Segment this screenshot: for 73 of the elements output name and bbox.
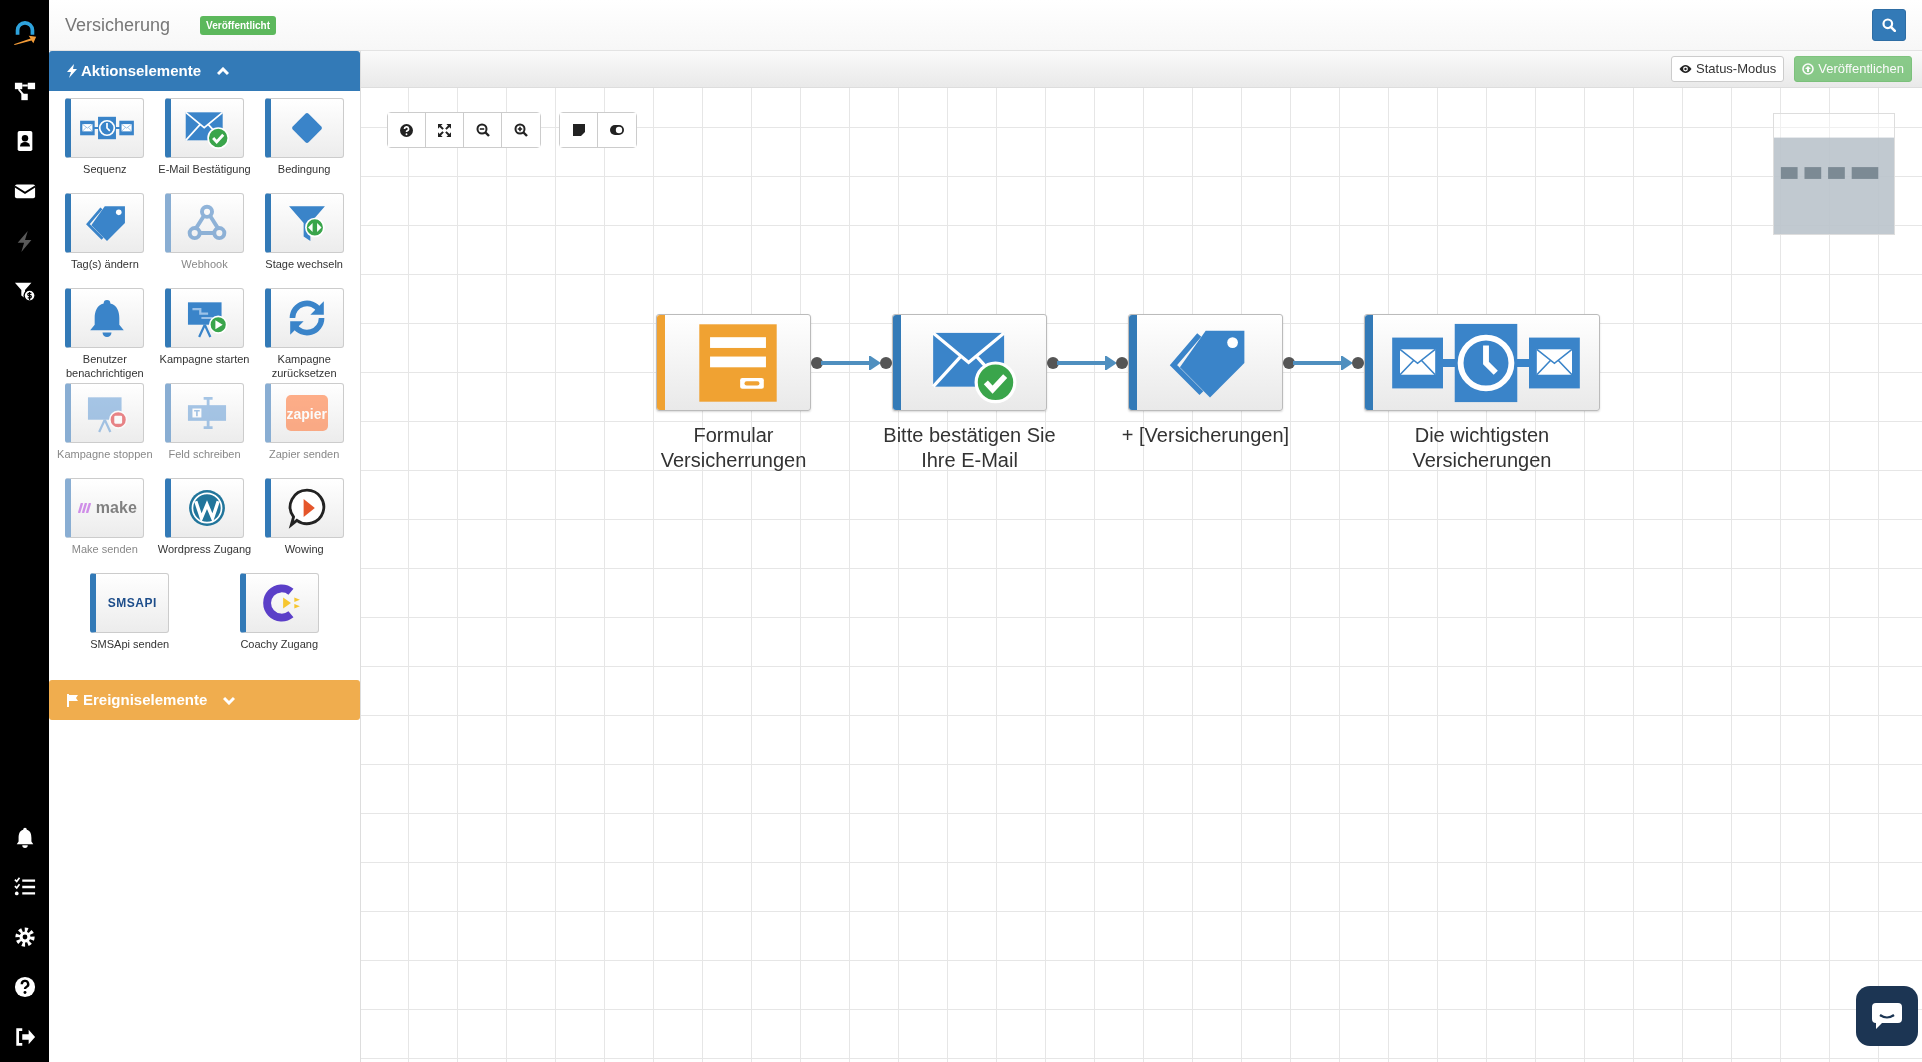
logout-icon bbox=[13, 1026, 36, 1048]
app-logo bbox=[11, 19, 38, 47]
zoom-out-icon bbox=[475, 123, 490, 137]
action-tile[interactable] bbox=[65, 288, 145, 348]
tile-label: Sequenz bbox=[82, 163, 128, 177]
action-tile[interactable] bbox=[65, 98, 145, 158]
minimap[interactable] bbox=[1773, 113, 1895, 235]
section-header[interactable]: Ereigniselemente bbox=[49, 680, 360, 720]
page-title: Versicherung bbox=[65, 13, 171, 37]
action-tile[interactable] bbox=[239, 573, 319, 633]
chevron-up-icon bbox=[217, 66, 230, 76]
tile-label: Wowing bbox=[283, 543, 325, 557]
action-tile[interactable] bbox=[165, 98, 244, 158]
node-label: + [Versicherungen] bbox=[1120, 423, 1291, 448]
tile-label: Coachy Zugang bbox=[239, 638, 320, 652]
action-tile[interactable] bbox=[264, 478, 344, 538]
tile-label: Make senden bbox=[70, 543, 139, 557]
node-label: Bitte bestätigen Sie Ihre E-Mail bbox=[882, 423, 1057, 473]
smsapi-logo: SMSAPI bbox=[107, 595, 157, 612]
make-mark-icon bbox=[77, 503, 92, 513]
tile-label: Webhook bbox=[180, 258, 229, 272]
toggle-icon bbox=[610, 125, 624, 135]
flow-node[interactable] bbox=[656, 314, 811, 411]
chat-icon bbox=[1872, 1003, 1902, 1029]
action-tile[interactable] bbox=[264, 288, 344, 348]
flag-icon bbox=[67, 693, 79, 707]
node-label: Die wichtigsten Versicherungen bbox=[1411, 423, 1553, 473]
action-tile[interactable]: SMSAPI bbox=[90, 573, 170, 633]
action-tile[interactable] bbox=[65, 193, 145, 253]
funnel-dollar-icon bbox=[13, 280, 36, 302]
tile-label: Kampagne stoppen bbox=[56, 448, 154, 462]
section-header[interactable]: Aktionselemente bbox=[49, 51, 360, 91]
chat-button[interactable] bbox=[1856, 986, 1918, 1046]
eye-icon bbox=[1679, 64, 1692, 74]
tile-label: SMSApi senden bbox=[89, 638, 171, 652]
action-tile[interactable] bbox=[264, 193, 344, 253]
zapier-logo: zapier bbox=[285, 394, 328, 432]
tile-label: E-Mail Bestätigung bbox=[157, 163, 252, 177]
note-button[interactable] bbox=[560, 113, 598, 147]
logo-button[interactable] bbox=[11, 20, 38, 46]
action-tile[interactable] bbox=[165, 478, 244, 538]
lightning-icon bbox=[67, 64, 77, 78]
node-label: Formular Versicherrungen bbox=[659, 423, 808, 473]
tile-label: Wordpress Zugang bbox=[156, 543, 253, 557]
settings-icon bbox=[13, 926, 36, 948]
expand-icon bbox=[438, 123, 451, 137]
flow-node[interactable] bbox=[892, 314, 1047, 411]
flow-node[interactable] bbox=[1128, 314, 1283, 411]
status-badge: Veröffentlicht bbox=[200, 15, 276, 35]
tile-label: Feld schreiben bbox=[167, 448, 242, 462]
action-tile[interactable] bbox=[165, 288, 244, 348]
tile-label: Tag(s) ändern bbox=[69, 258, 140, 272]
make-logo: make bbox=[95, 498, 137, 518]
tile-label: Bedingung bbox=[276, 163, 332, 177]
action-tile[interactable] bbox=[264, 98, 344, 158]
help-icon bbox=[400, 123, 413, 137]
tile-label: Zapier senden bbox=[268, 448, 341, 462]
zoom-in-icon bbox=[514, 123, 528, 137]
search-button[interactable] bbox=[1872, 9, 1906, 41]
search-icon bbox=[1882, 18, 1896, 32]
tile-label: Benutzer benachrichtigen bbox=[65, 353, 145, 381]
note-icon bbox=[572, 124, 585, 136]
chevron-down-icon bbox=[223, 695, 236, 705]
tile-label: Kampagne starten bbox=[158, 353, 251, 367]
tile-label: Stage wechseln bbox=[264, 258, 344, 272]
flow-node[interactable] bbox=[1364, 314, 1600, 411]
help-icon bbox=[13, 976, 36, 998]
flow-chart-icon bbox=[13, 80, 36, 102]
checklist-icon bbox=[13, 876, 36, 898]
tile-label: Kampagne zurücksetzen bbox=[270, 353, 338, 381]
help-button[interactable] bbox=[388, 113, 426, 147]
upload-circle-icon bbox=[1802, 63, 1815, 75]
status-mode-button[interactable]: Status-Modus bbox=[1671, 56, 1785, 82]
